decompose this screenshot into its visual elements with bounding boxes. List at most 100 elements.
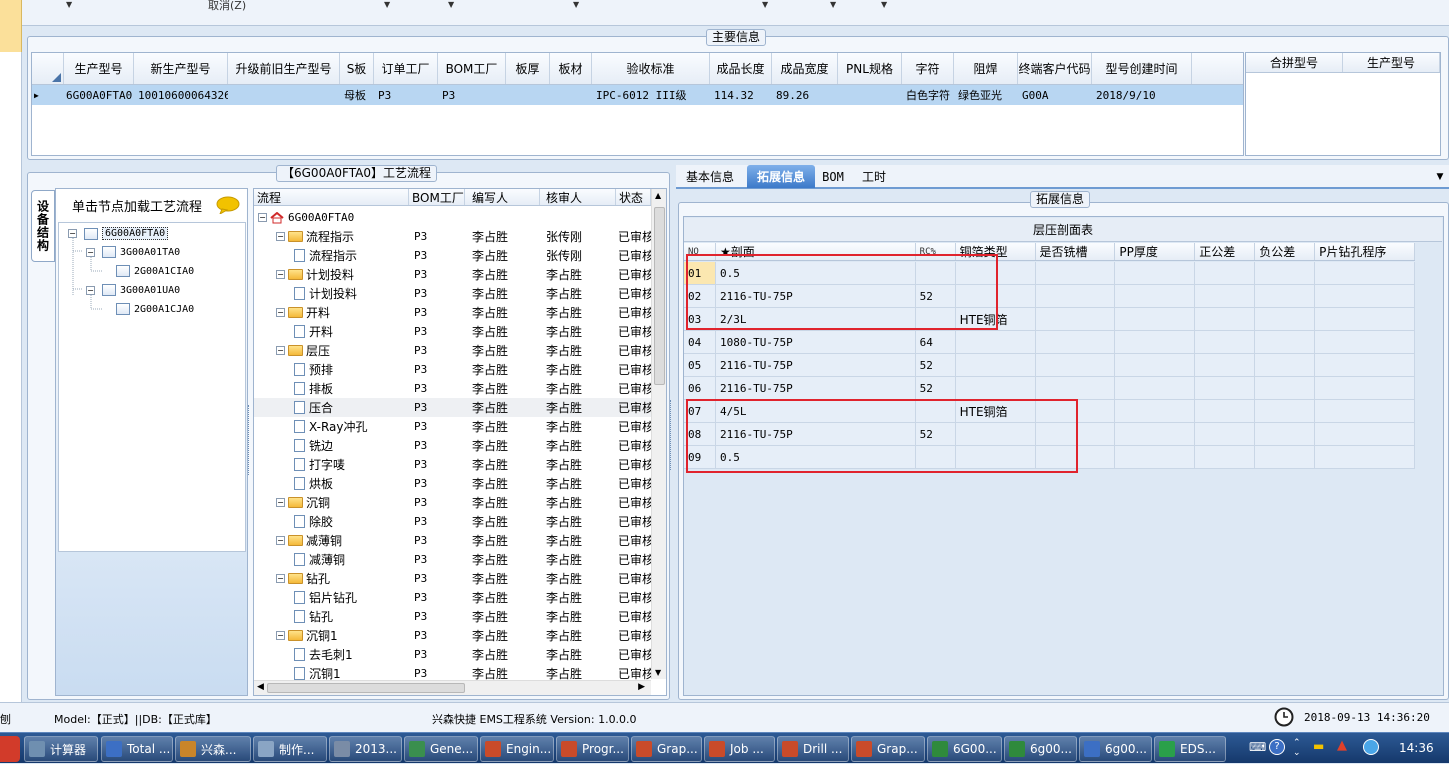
process-name-cell[interactable]: 预排 xyxy=(254,360,409,379)
process-status-cell[interactable]: 已审核 xyxy=(616,588,651,607)
process-name-cell[interactable]: 钻孔 xyxy=(254,607,409,626)
lamination-cell[interactable] xyxy=(1036,331,1116,353)
lamination-cell[interactable] xyxy=(1315,446,1415,468)
lamination-cell[interactable] xyxy=(1255,308,1316,330)
process-editor-cell[interactable] xyxy=(465,208,540,227)
lamination-cell[interactable] xyxy=(956,377,1036,399)
process-reviewer-cell[interactable]: 李占胜 xyxy=(540,512,616,531)
process-editor-cell[interactable]: 李占胜 xyxy=(465,550,540,569)
lamination-cell[interactable]: 07 xyxy=(684,400,716,422)
process-reviewer-cell[interactable]: 李占胜 xyxy=(540,303,616,322)
lamination-col-header[interactable]: 正公差 xyxy=(1195,243,1256,260)
process-status-cell[interactable]: 已审核 xyxy=(616,246,651,265)
process-editor-cell[interactable]: 李占胜 xyxy=(465,645,540,664)
process-bom-cell[interactable]: P3 xyxy=(409,360,465,379)
process-reviewer-cell[interactable]: 李占胜 xyxy=(540,398,616,417)
process-row[interactable]: 去毛刺1 P3 李占胜 李占胜 已审核 xyxy=(254,645,651,664)
lamination-cell[interactable] xyxy=(1195,423,1256,445)
lamination-cell[interactable] xyxy=(956,423,1036,445)
main-col-header[interactable]: 终端客户代码 xyxy=(1018,53,1092,84)
network-icon[interactable]: ▬ xyxy=(1313,739,1324,753)
dropdown-arrow-icon[interactable]: ▼ xyxy=(830,0,836,9)
process-bom-cell[interactable]: P3 xyxy=(409,398,465,417)
lamination-cell[interactable] xyxy=(956,262,1036,284)
process-editor-cell[interactable]: 李占胜 xyxy=(465,588,540,607)
main-col-header[interactable]: S板 xyxy=(340,53,374,84)
process-editor-cell[interactable]: 李占胜 xyxy=(465,227,540,246)
tab-extended-info[interactable]: 拓展信息 xyxy=(747,165,815,188)
tab-device-structure[interactable]: 设备结构 xyxy=(31,190,55,262)
process-status-cell[interactable]: 已审核 xyxy=(616,607,651,626)
main-col-header[interactable]: 板材 xyxy=(550,53,592,84)
lamination-cell[interactable] xyxy=(1255,377,1316,399)
taskbar-item[interactable]: 制作... xyxy=(253,736,327,762)
process-reviewer-cell[interactable]: 李占胜 xyxy=(540,550,616,569)
process-reviewer-cell[interactable]: 李占胜 xyxy=(540,607,616,626)
lamination-cell[interactable] xyxy=(1036,285,1116,307)
process-row[interactable]: − 沉铜 P3 李占胜 李占胜 已审核 xyxy=(254,493,651,512)
lamination-cell[interactable]: 2116-TU-75P xyxy=(716,285,916,307)
main-col-header[interactable]: 阻焊 xyxy=(954,53,1018,84)
process-name-cell[interactable]: 烘板 xyxy=(254,474,409,493)
lamination-cell[interactable] xyxy=(1115,423,1196,445)
process-reviewer-cell[interactable]: 李占胜 xyxy=(540,284,616,303)
lamination-cell[interactable] xyxy=(1195,331,1256,353)
process-reviewer-cell[interactable]: 李占胜 xyxy=(540,588,616,607)
collapse-icon[interactable]: − xyxy=(68,229,77,238)
process-row[interactable]: 流程指示 P3 李占胜 张传刚 已审核 xyxy=(254,246,651,265)
lamination-cell[interactable]: 52 xyxy=(916,423,956,445)
lamination-cell[interactable] xyxy=(1115,308,1196,330)
scroll-left-icon[interactable]: ◀ xyxy=(257,682,264,692)
lamination-cell[interactable]: 02 xyxy=(684,285,716,307)
lamination-row[interactable]: 02 2116-TU-75P 52 xyxy=(684,285,1415,308)
scroll-thumb[interactable] xyxy=(654,207,665,385)
collapse-icon[interactable]: − xyxy=(276,498,285,507)
process-row[interactable]: 计划投料 P3 李占胜 李占胜 已审核 xyxy=(254,284,651,303)
lamination-cell[interactable] xyxy=(1115,262,1196,284)
process-bom-cell[interactable]: P3 xyxy=(409,284,465,303)
taskbar-clock[interactable]: 14:36 xyxy=(1399,741,1434,755)
main-info-cell[interactable]: P3 xyxy=(438,85,506,105)
process-bom-cell[interactable]: P3 xyxy=(409,626,465,645)
dropdown-arrow-icon[interactable]: ▼ xyxy=(384,0,390,9)
process-editor-cell[interactable]: 李占胜 xyxy=(465,436,540,455)
taskbar-item[interactable]: Job ... xyxy=(704,736,775,762)
process-bom-cell[interactable]: P3 xyxy=(409,493,465,512)
process-status-cell[interactable]: 已审核 xyxy=(616,474,651,493)
help-icon[interactable]: ? xyxy=(1269,739,1285,755)
lamination-cell[interactable] xyxy=(1115,354,1196,376)
process-bom-cell[interactable]: P3 xyxy=(409,379,465,398)
process-status-cell[interactable]: 已审核 xyxy=(616,227,651,246)
process-editor-cell[interactable]: 李占胜 xyxy=(465,455,540,474)
tree-node-leaf[interactable]: 2G00A1CJA0 xyxy=(116,303,194,315)
col-bom[interactable]: BOM工厂 xyxy=(409,189,465,205)
process-row[interactable]: − 计划投料 P3 李占胜 李占胜 已审核 xyxy=(254,265,651,284)
lamination-cell[interactable]: 01 xyxy=(684,262,716,284)
lamination-cell[interactable] xyxy=(916,400,956,422)
process-bom-cell[interactable]: P3 xyxy=(409,265,465,284)
process-row[interactable]: 压合 P3 李占胜 李占胜 已审核 xyxy=(254,398,651,417)
process-row[interactable]: − 钻孔 P3 李占胜 李占胜 已审核 xyxy=(254,569,651,588)
lamination-cell[interactable]: 64 xyxy=(916,331,956,353)
process-status-cell[interactable]: 已审核 xyxy=(616,569,651,588)
lamination-cell[interactable] xyxy=(1315,331,1415,353)
process-editor-cell[interactable]: 李占胜 xyxy=(465,512,540,531)
process-bom-cell[interactable]: P3 xyxy=(409,436,465,455)
main-col-header[interactable]: 成品长度 xyxy=(710,53,772,84)
tab-basic-info[interactable]: 基本信息 xyxy=(679,165,741,188)
process-row[interactable]: − 开料 P3 李占胜 李占胜 已审核 xyxy=(254,303,651,322)
lamination-cell[interactable] xyxy=(1195,354,1256,376)
lamination-cell[interactable] xyxy=(1255,262,1316,284)
col-flow[interactable]: 流程 xyxy=(254,189,409,205)
lamination-row[interactable]: 05 2116-TU-75P 52 xyxy=(684,354,1415,377)
process-row[interactable]: 铣边 P3 李占胜 李占胜 已审核 xyxy=(254,436,651,455)
lamination-cell[interactable]: 52 xyxy=(916,285,956,307)
process-row[interactable]: − 减薄铜 P3 李占胜 李占胜 已审核 xyxy=(254,531,651,550)
taskbar-item[interactable]: 计算器 xyxy=(24,736,98,762)
collapse-icon[interactable]: − xyxy=(276,308,285,317)
process-editor-cell[interactable]: 李占胜 xyxy=(465,379,540,398)
lamination-cell[interactable] xyxy=(1255,423,1316,445)
lamination-row[interactable]: 01 0.5 xyxy=(684,262,1415,285)
process-name-cell[interactable]: − 开料 xyxy=(254,303,409,322)
lamination-cell[interactable]: 08 xyxy=(684,423,716,445)
